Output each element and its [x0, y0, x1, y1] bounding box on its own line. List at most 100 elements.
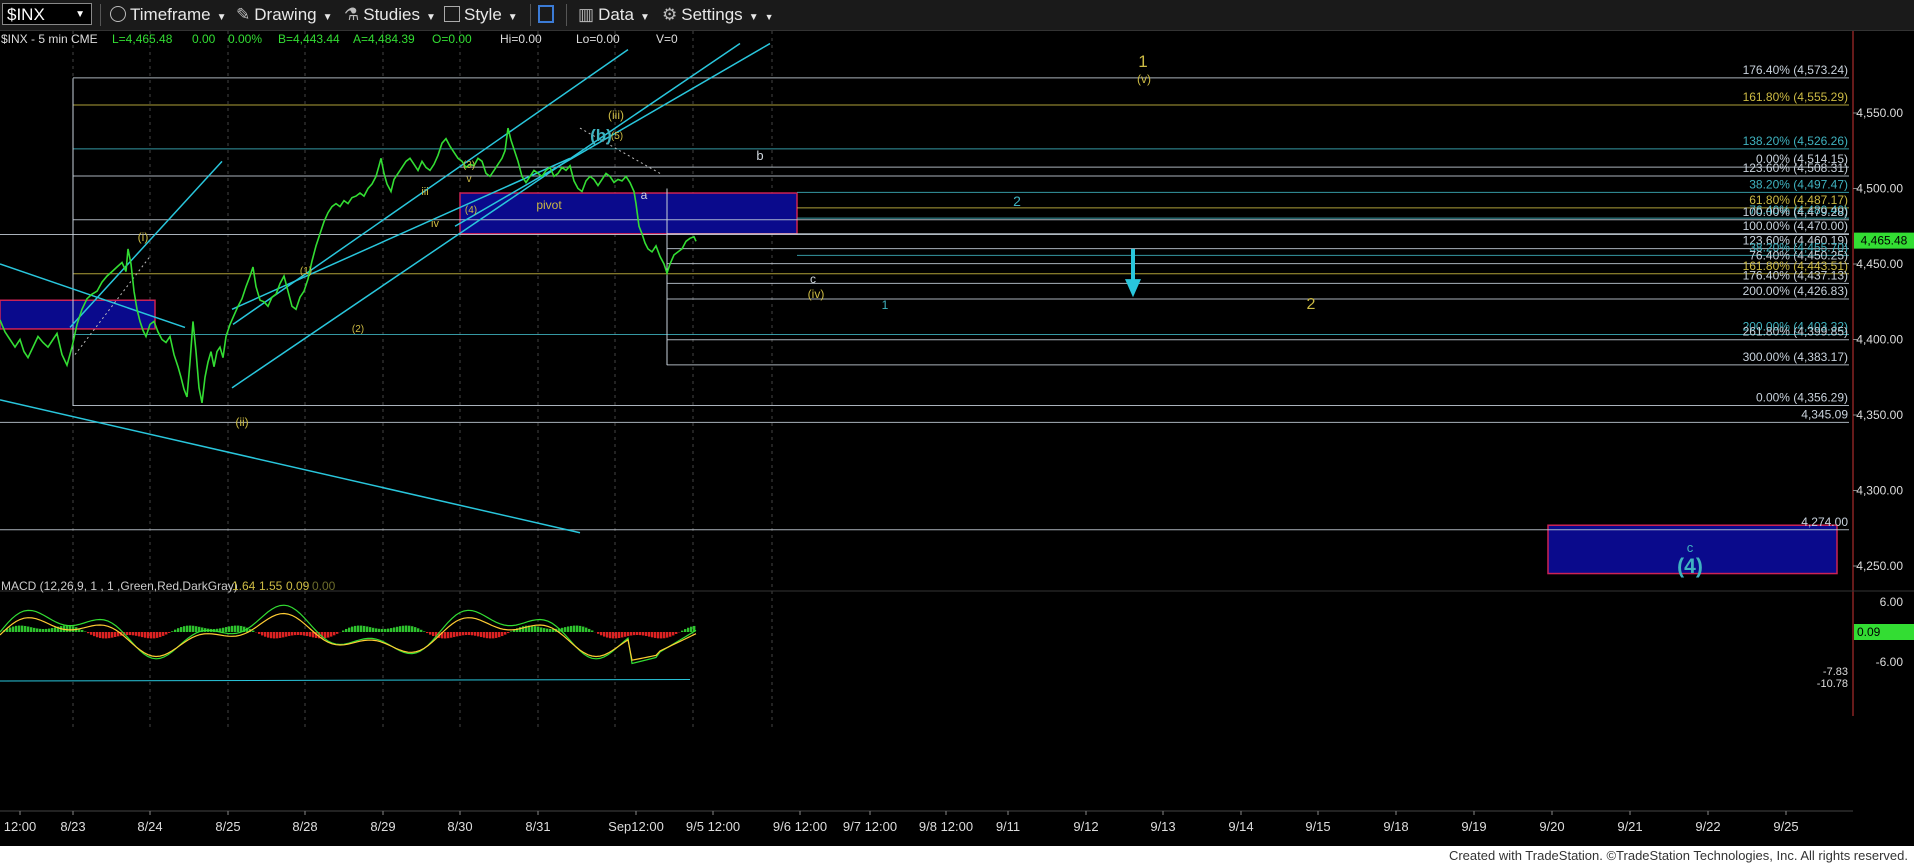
macd-histogram-bar — [12, 626, 15, 632]
macd-histogram-bar — [363, 625, 366, 632]
x-tick-label: 9/8 12:00 — [919, 819, 973, 834]
macd-histogram-bar — [465, 632, 468, 636]
macd-histogram-bar — [108, 632, 111, 639]
drawing-label: Drawing — [254, 5, 317, 24]
wave-label: (ii) — [235, 415, 248, 429]
macd-histogram-bar — [288, 632, 291, 637]
x-tick-label: 8/31 — [525, 819, 550, 834]
macd-histogram-bar — [648, 632, 651, 637]
macd-histogram-bar — [354, 625, 357, 632]
x-tick-label: 8/30 — [447, 819, 472, 834]
fib-label: 161.80% (4,555.29) — [1743, 90, 1848, 104]
macd-histogram-bar — [498, 632, 501, 638]
macd-histogram-bar — [459, 632, 462, 636]
macd-histogram-bar — [51, 628, 54, 632]
wave-label: (4) — [1677, 555, 1703, 578]
x-tick-label: 8/24 — [137, 819, 162, 834]
chart-toolbar: $INX ▼ Timeframe ▼ ✎ Drawing ▼ ⚗ Studies ▼ St… — [0, 0, 1914, 31]
macd-histogram-bar — [666, 632, 669, 638]
macd-histogram-bar — [33, 627, 36, 632]
macd-histogram-bar — [273, 632, 276, 639]
macd-y-tick: 6.00 — [1880, 595, 1904, 609]
macd-histogram-bar — [495, 632, 498, 638]
x-tick-label: 9/12 — [1073, 819, 1098, 834]
time-axis[interactable]: 12:00 8/23 8/24 8/25 8/28 8/29 8/30 8/31 Sep12:0… — [0, 810, 1914, 846]
macd-histogram-bar — [591, 630, 594, 632]
settings-menu[interactable]: ⚙ Settings ▼ ▼ — [662, 5, 774, 25]
macd-histogram-bar — [114, 632, 117, 637]
style-label: Style — [464, 5, 502, 24]
macd-histogram-bar — [177, 628, 180, 632]
layout-button[interactable] — [538, 5, 554, 25]
macd-histogram-bar — [24, 625, 27, 632]
macd-histogram-bar — [126, 632, 129, 636]
macd-histogram-bar — [414, 627, 417, 632]
style-menu[interactable]: Style ▼ — [444, 5, 518, 25]
chevron-down-icon: ▼ — [507, 12, 518, 23]
macd-histogram-bar — [330, 632, 333, 637]
macd-histogram-bar — [399, 626, 402, 632]
wave-label: iv — [431, 218, 439, 230]
pencil-icon: ✎ — [236, 5, 251, 24]
macd-histogram-bar — [603, 632, 606, 637]
fib-label: 138.20% (4,526.26) — [1743, 134, 1848, 148]
macd-histogram-bar — [21, 625, 24, 632]
macd-histogram-bar — [384, 628, 387, 632]
wave-label: (2) — [352, 324, 364, 335]
macd-histogram-bar — [396, 626, 399, 632]
macd-histogram-bar — [570, 625, 573, 632]
macd-histogram-bar — [564, 627, 567, 632]
macd-histogram-bar — [333, 632, 336, 636]
macd-histogram-bar — [15, 625, 18, 632]
macd-histogram-bar — [195, 626, 198, 632]
macd-y-tick: -6.00 — [1876, 655, 1904, 669]
x-tick-label: 9/20 — [1539, 819, 1564, 834]
wave-label: 1 — [1138, 52, 1147, 71]
wave-label: (iii) — [608, 108, 624, 122]
macd-histogram-bar — [549, 628, 552, 632]
macd-histogram-bar — [654, 632, 657, 638]
macd-histogram-bar — [423, 631, 426, 632]
separator — [100, 4, 101, 26]
timeframe-label: Timeframe — [130, 5, 211, 24]
macd-min-label: -10.78 — [1817, 678, 1848, 690]
overflow-caret-icon[interactable]: ▼ — [765, 12, 774, 22]
macd-histogram-bar — [303, 632, 306, 636]
macd-histogram-bar — [186, 625, 189, 632]
fib-label: 100.00% (4,470.00) — [1743, 219, 1848, 233]
macd-histogram-bar — [606, 632, 609, 638]
x-tick-label: 9/5 12:00 — [686, 819, 740, 834]
macd-histogram-bar — [684, 629, 687, 632]
data-menu[interactable]: ▥ Data ▼ — [578, 5, 650, 25]
macd-histogram-bar — [429, 632, 432, 635]
macd-histogram-bar — [411, 626, 414, 632]
macd-histogram-bar — [471, 632, 474, 636]
separator — [566, 4, 567, 26]
macd-value: 1.55 — [259, 579, 283, 593]
chevron-down-icon: ▼ — [216, 12, 227, 23]
macd-value: 0.09 — [286, 579, 310, 593]
macd-histogram-bar — [633, 632, 636, 636]
macd-histogram-bar — [387, 628, 390, 632]
wave-label: 1 — [882, 298, 889, 312]
symbol-input[interactable]: $INX ▼ — [2, 3, 92, 25]
fib-label: 300.00% (4,383.17) — [1743, 350, 1848, 364]
macd-histogram-bar — [675, 632, 678, 634]
timeframe-menu[interactable]: Timeframe ▼ — [110, 5, 227, 25]
macd-histogram-bar — [147, 632, 150, 639]
drawing-menu[interactable]: ✎ Drawing ▼ — [236, 5, 333, 25]
wave-label: (3) — [463, 160, 475, 171]
fib-label: 123.60% (4,508.31) — [1743, 161, 1848, 175]
fib-label: 4,345.09 — [1801, 407, 1848, 421]
macd-histogram-bar — [474, 632, 477, 636]
studies-menu[interactable]: ⚗ Studies ▼ — [344, 5, 436, 25]
macd-histogram-bar — [453, 632, 456, 638]
wave-label: 2 — [1013, 193, 1021, 209]
macd-histogram-bar — [264, 632, 267, 637]
macd-histogram-bar — [105, 632, 108, 639]
macd-histogram-bar — [39, 628, 42, 632]
wave-label: (i) — [138, 230, 149, 244]
macd-histogram-bar — [486, 632, 489, 639]
macd-histogram-bar — [645, 632, 648, 637]
macd-histogram-bar — [345, 628, 348, 632]
